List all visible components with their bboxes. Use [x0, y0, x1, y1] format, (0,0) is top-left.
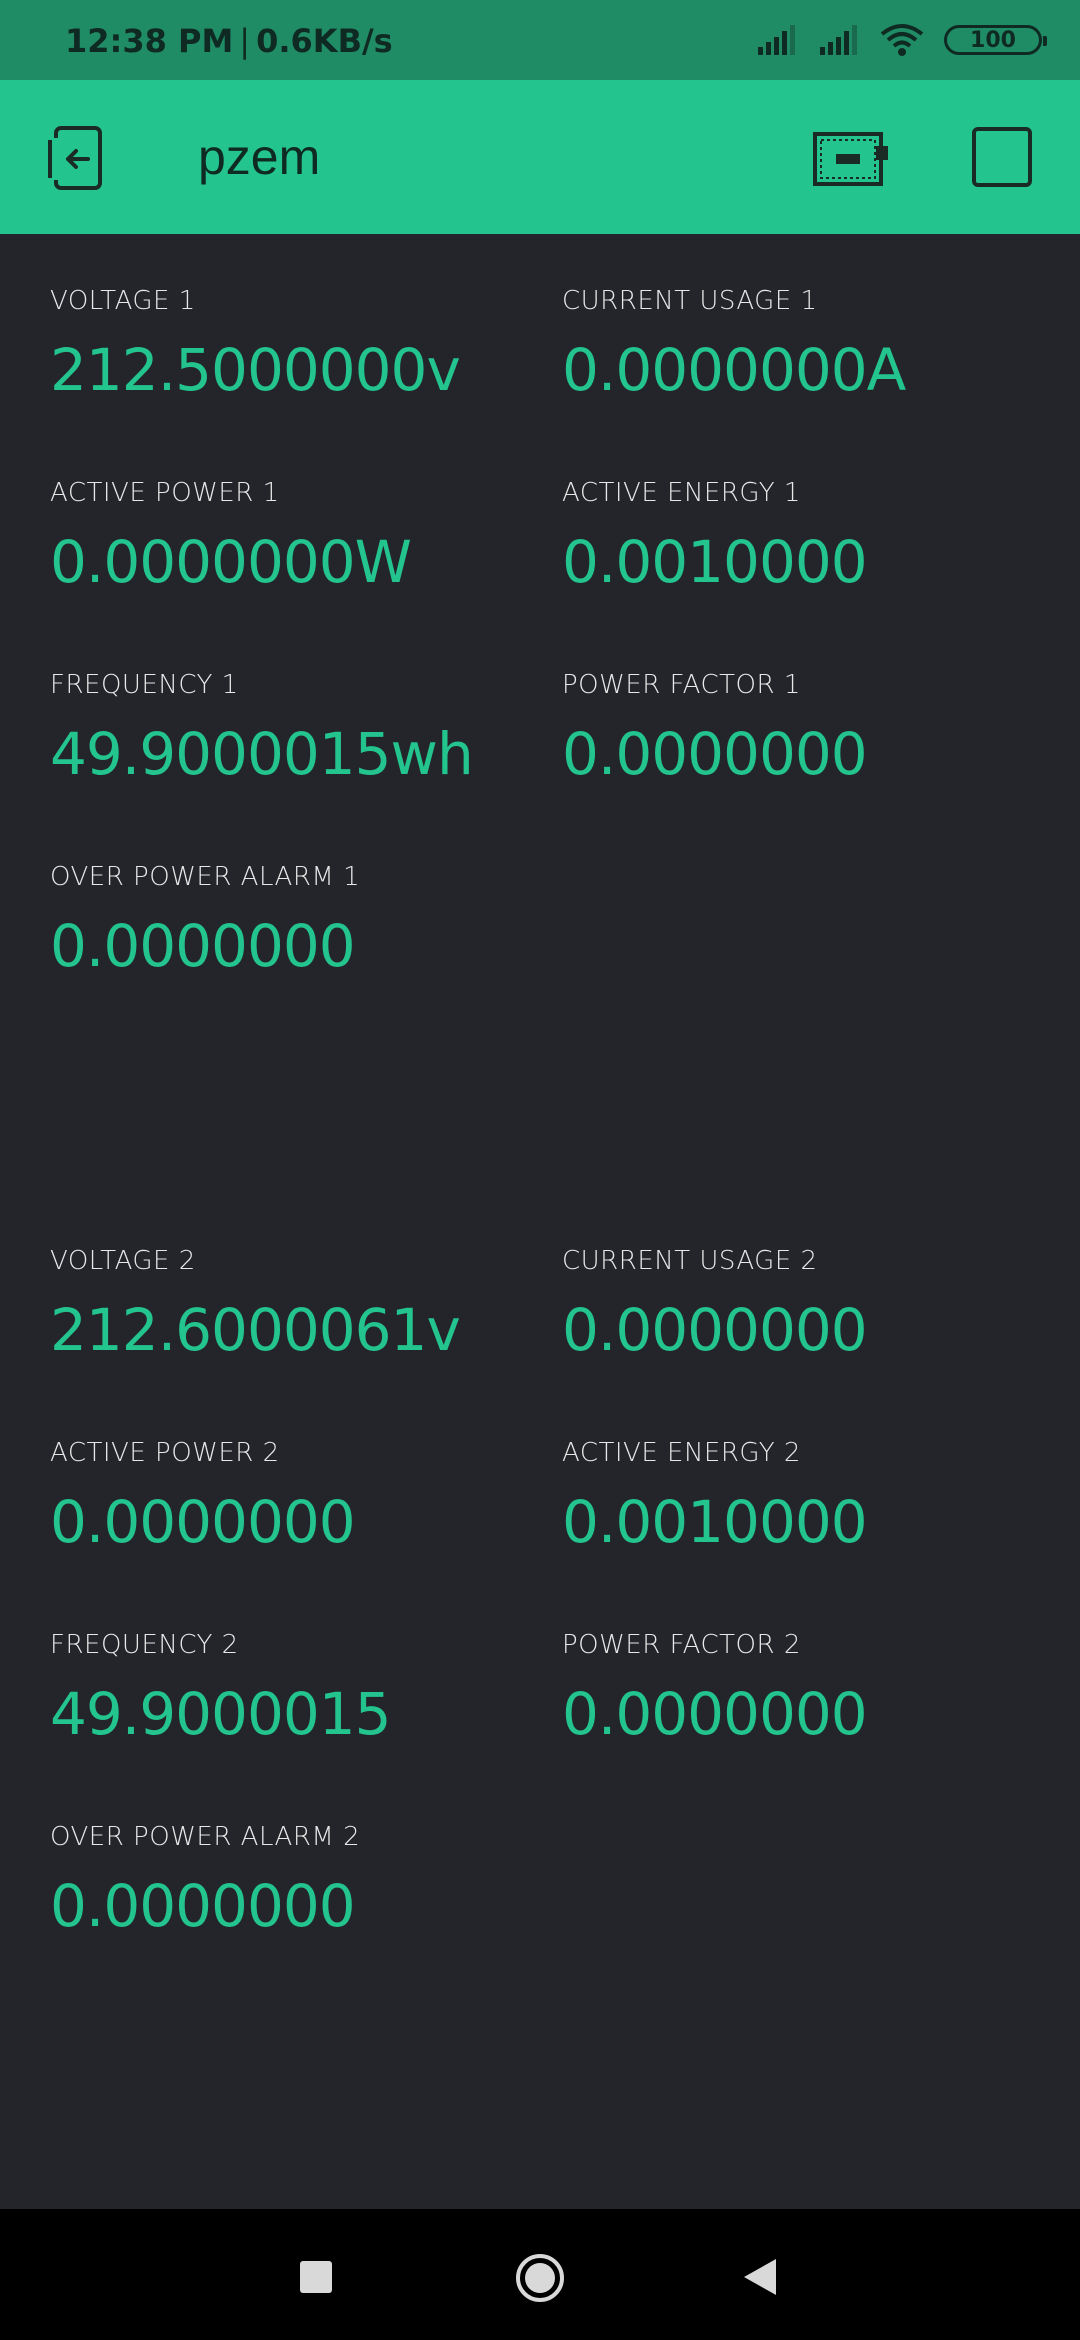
widget-value: 0.0000000 [50, 912, 356, 980]
widget-value: 0.0000000A [562, 336, 906, 404]
widget-label: ACTIVE ENERGY 1 [562, 478, 801, 508]
widget-value: 0.0010000 [562, 528, 868, 596]
widget-label: OVER POWER ALARM 2 [50, 1822, 361, 1852]
exit-icon [46, 126, 102, 190]
device-button[interactable] [812, 124, 892, 194]
widget-voltage-1[interactable]: VOLTAGE 1 212.5000000v [50, 286, 550, 404]
widget-value: 49.9000015 [50, 1680, 392, 1748]
widget-value: 0.0000000 [562, 1296, 868, 1364]
widget-label: POWER FACTOR 1 [562, 670, 801, 700]
device-icon [813, 132, 888, 186]
app-header: pzem [0, 80, 1080, 234]
widget-active-energy-2[interactable]: ACTIVE ENERGY 2 0.0010000 [562, 1438, 1062, 1556]
widget-value: 0.0010000 [562, 1488, 868, 1556]
back-icon [744, 2259, 776, 2295]
widget-active-power-1[interactable]: ACTIVE POWER 1 0.0000000W [50, 478, 550, 596]
signal-icon-2 [818, 25, 860, 55]
status-time-area: 12:38 PM | 0.6KB/s [65, 22, 393, 60]
widget-label: VOLTAGE 1 [50, 286, 196, 316]
widget-label: POWER FACTOR 2 [562, 1630, 801, 1660]
battery-icon: 100 [944, 25, 1047, 55]
stop-button[interactable] [972, 127, 1032, 187]
widget-value: 0.0000000 [50, 1872, 356, 1940]
widget-label: VOLTAGE 2 [50, 1246, 196, 1276]
widget-over-power-alarm-2[interactable]: OVER POWER ALARM 2 0.0000000 [50, 1822, 550, 1940]
status-bar: 12:38 PM | 0.6KB/s 100 [0, 0, 1080, 80]
home-button[interactable] [514, 2252, 566, 2304]
back-button[interactable] [740, 2257, 780, 2297]
widget-value: 0.0000000 [562, 1680, 868, 1748]
signal-icon [756, 25, 798, 55]
widget-value: 0.0000000 [50, 1488, 356, 1556]
widget-current-usage-1[interactable]: CURRENT USAGE 1 0.0000000A [562, 286, 1062, 404]
widget-value: 49.9000015wh [50, 720, 474, 788]
widget-value: 0.0000000 [562, 720, 868, 788]
app-title: pzem [198, 129, 321, 185]
widget-value: 212.5000000v [50, 336, 461, 404]
widget-active-power-2[interactable]: ACTIVE POWER 2 0.0000000 [50, 1438, 550, 1556]
widget-value: 0.0000000W [50, 528, 412, 596]
widget-label: CURRENT USAGE 2 [562, 1246, 818, 1276]
system-nav-bar [0, 2209, 1080, 2340]
widget-label: ACTIVE ENERGY 2 [562, 1438, 801, 1468]
network-speed: 0.6KB/s [256, 22, 393, 60]
dashboard: VOLTAGE 1 212.5000000v CURRENT USAGE 1 0… [0, 234, 1080, 2209]
widget-label: FREQUENCY 2 [50, 1630, 239, 1660]
widget-value: 212.6000061v [50, 1296, 461, 1364]
wifi-icon [880, 23, 924, 57]
widget-label: FREQUENCY 1 [50, 670, 239, 700]
widget-label: OVER POWER ALARM 1 [50, 862, 361, 892]
widget-label: ACTIVE POWER 1 [50, 478, 280, 508]
widget-power-factor-1[interactable]: POWER FACTOR 1 0.0000000 [562, 670, 1062, 788]
home-icon [516, 2254, 564, 2302]
widget-frequency-2[interactable]: FREQUENCY 2 49.9000015 [50, 1630, 550, 1748]
widget-active-energy-1[interactable]: ACTIVE ENERGY 1 0.0010000 [562, 478, 1062, 596]
exit-button[interactable] [42, 124, 112, 194]
recent-apps-icon[interactable] [300, 2261, 332, 2293]
widget-over-power-alarm-1[interactable]: OVER POWER ALARM 1 0.0000000 [50, 862, 550, 980]
widget-power-factor-2[interactable]: POWER FACTOR 2 0.0000000 [562, 1630, 1062, 1748]
status-icons: 100 [756, 20, 1047, 60]
widget-voltage-2[interactable]: VOLTAGE 2 212.6000061v [50, 1246, 550, 1364]
widget-current-usage-2[interactable]: CURRENT USAGE 2 0.0000000 [562, 1246, 1062, 1364]
widget-label: CURRENT USAGE 1 [562, 286, 818, 316]
status-separator: | [239, 22, 251, 60]
widget-frequency-1[interactable]: FREQUENCY 1 49.9000015wh [50, 670, 550, 788]
widget-label: ACTIVE POWER 2 [50, 1438, 280, 1468]
status-time: 12:38 PM [65, 22, 234, 60]
